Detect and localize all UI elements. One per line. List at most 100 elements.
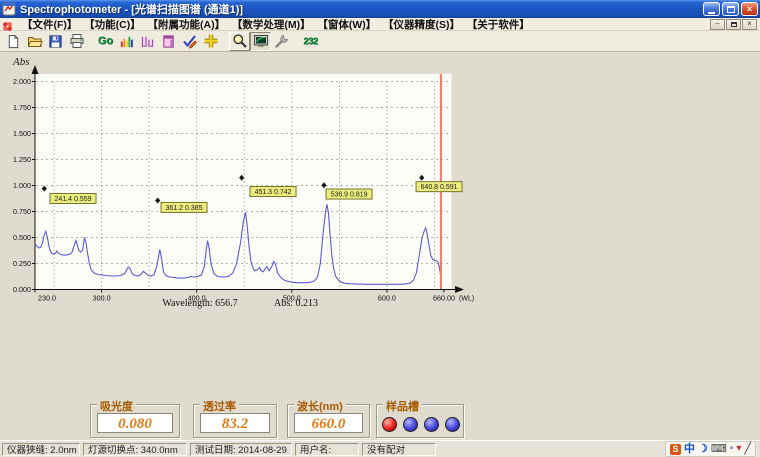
x-axis-arrow [455, 286, 464, 293]
rs232-button[interactable]: 232 [300, 32, 321, 51]
wrench-icon[interactable]: ╱ [744, 443, 751, 455]
yellow-cross-icon [203, 33, 219, 49]
y-tick-label: 1.750 [13, 103, 31, 112]
x-tick-label: 660.00 [433, 294, 455, 303]
status-test-date: 测试日期: 2014-08-29 [190, 443, 292, 456]
y-tick-label: 0.500 [13, 233, 31, 242]
plot-area [36, 74, 452, 290]
peak-label: 536.9 0.819 [331, 192, 368, 199]
chinese-mode-icon[interactable]: 中 [684, 443, 695, 455]
sample-slot-3[interactable] [424, 417, 439, 432]
menu-item-file[interactable]: 【文件(F)】 [16, 19, 83, 31]
sogou-icon[interactable]: S [670, 444, 681, 455]
absorbance-value: 0.080 [97, 413, 173, 433]
spectrum-chart[interactable]: 0.000 0.250 0.500 0.750 1.000 1.250 1.500 1.750… [0, 52, 480, 332]
magnifier-icon [232, 33, 248, 49]
input-method-tray: S中☽⌨▪▾╱ [665, 441, 756, 457]
menu-item-auxiliary-functions[interactable]: 【附属功能(A)】 [147, 19, 231, 31]
user-icon[interactable]: ▪ [730, 443, 734, 455]
open-file-button[interactable] [24, 32, 45, 51]
verify-button[interactable] [179, 32, 200, 51]
sample-slot-row [382, 417, 460, 432]
y-axis-arrow [32, 65, 39, 74]
status-fields: 仪器狭缝: 2.0nm灯源切换点: 340.0nm测试日期: 2014-08-2… [2, 443, 436, 456]
save-button[interactable] [45, 32, 66, 51]
menu-bar: 【文件(F)】【功能(C)】【附属功能(A)】【数学处理(M)】【窗体(W)】【… [0, 18, 760, 31]
open-folder-icon [27, 33, 43, 49]
cursor-wavelength-readout: Wavelength: 656.7 [162, 298, 237, 309]
mdi-restore-button[interactable] [726, 19, 741, 30]
print-button[interactable] [66, 32, 87, 51]
purple-bars-icon [140, 34, 155, 49]
y-tick-label: 1.000 [13, 181, 31, 190]
sample-slots-label: 样品槽 [383, 398, 422, 414]
spectrum-scan-button[interactable] [116, 32, 137, 51]
channel-window-icon[interactable] [2, 19, 13, 30]
x-tick-label: 600.0 [378, 294, 396, 303]
x-tick-label: 300.0 [93, 294, 111, 303]
menu-item-math-processing[interactable]: 【数学处理(M)】 [231, 19, 317, 31]
sample-slot-2[interactable] [403, 417, 418, 432]
rs232-text-icon: 232 [303, 36, 317, 47]
status-lamp-switch-point: 灯源切换点: 340.0nm [83, 443, 187, 456]
peak-label: 451.3 0.742 [255, 189, 292, 196]
peak-label: 361.2 0.385 [166, 205, 203, 212]
zoom-button[interactable] [229, 32, 250, 51]
minimize-button[interactable] [703, 2, 720, 16]
y-tick-label: 0.250 [13, 259, 31, 268]
go-button[interactable]: Go [95, 32, 116, 51]
wavelength-groupbox: 波长(nm) 660.0 [287, 404, 370, 438]
status-pairing-status: 没有配对 [362, 443, 436, 456]
wrench-icon [274, 33, 290, 49]
bar-graph-button[interactable] [137, 32, 158, 51]
wavelength-value: 660.0 [294, 413, 363, 433]
menu-item-about-software[interactable]: 【关于软件】 [466, 19, 536, 31]
menu-item-function[interactable]: 【功能(C)】 [83, 19, 146, 31]
go-text-icon: Go [98, 35, 113, 47]
window-controls: × [703, 2, 758, 16]
y-tick-label: 2.000 [13, 77, 31, 86]
skin-icon[interactable]: ▾ [736, 443, 741, 455]
toolbar-separator [221, 32, 229, 51]
menu-item-window[interactable]: 【窗体(W)】 [317, 19, 383, 31]
status-slit-width: 仪器狭缝: 2.0nm [2, 443, 80, 456]
y-tick-label: 1.500 [13, 129, 31, 138]
window-view-button[interactable] [158, 32, 179, 51]
status-bar: 仪器狭缝: 2.0nm灯源切换点: 340.0nm测试日期: 2014-08-2… [0, 440, 760, 457]
app-icon [2, 2, 16, 16]
toolbar-separator [87, 32, 95, 51]
status-user-name: 用户名: [295, 443, 359, 456]
moon-icon[interactable]: ☽ [698, 443, 708, 455]
maximize-button[interactable] [722, 2, 739, 16]
mdi-window-controls: – × [710, 19, 757, 30]
y-axis-title: Abs [12, 56, 30, 68]
display-button[interactable] [250, 32, 271, 51]
peak-label: 640.8 0.591 [421, 184, 458, 191]
y-tick-label: 0.750 [13, 207, 31, 216]
toolbar-separator [292, 32, 300, 51]
new-file-button[interactable] [3, 32, 24, 51]
transmittance-label: 透过率 [200, 398, 239, 414]
save-floppy-icon [48, 34, 63, 49]
y-tick-label: 1.250 [13, 155, 31, 164]
sample-slot-1-active[interactable] [382, 417, 397, 432]
close-button[interactable]: × [741, 2, 758, 16]
x-tick-label: 230.0 [38, 294, 56, 303]
wavelength-label: 波长(nm) [294, 398, 346, 414]
cursor-abs-readout: Abs: 0.213 [274, 298, 318, 309]
monitor-icon [253, 33, 269, 49]
sample-slots-groupbox: 样品槽 [376, 404, 464, 438]
rainbow-bars-icon [119, 34, 134, 49]
client-area: 0.000 0.250 0.500 0.750 1.000 1.250 1.500 1.750… [0, 52, 760, 440]
absorbance-label: 吸光度 [97, 398, 136, 414]
setup-button[interactable] [271, 32, 292, 51]
menu-item-instrument-accuracy[interactable]: 【仪器精度(S)】 [382, 19, 466, 31]
check-pencil-icon [182, 33, 198, 49]
transmittance-value: 83.2 [200, 413, 270, 433]
crosshair-button[interactable] [200, 32, 221, 51]
sample-slot-4[interactable] [445, 417, 460, 432]
keyboard-icon[interactable]: ⌨ [711, 443, 727, 455]
mdi-minimize-button[interactable]: – [710, 19, 725, 30]
y-tick-label: 0.000 [13, 285, 31, 294]
mdi-close-button[interactable]: × [742, 19, 757, 30]
